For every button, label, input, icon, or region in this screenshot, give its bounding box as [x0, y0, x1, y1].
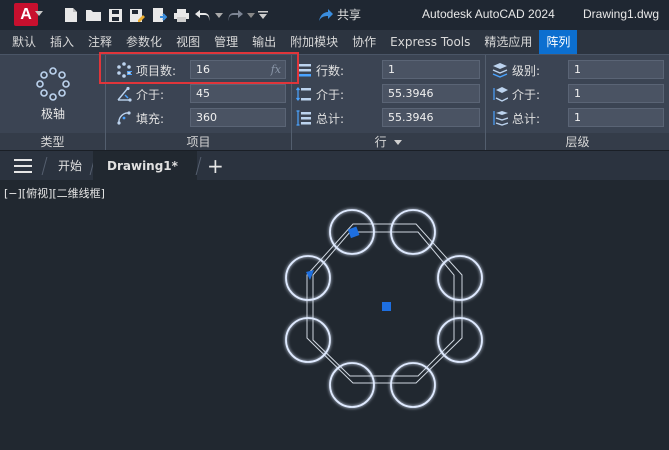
level-total-icon [492, 110, 508, 126]
items-between-row: 介于: [106, 83, 190, 105]
levels-between-value: 1 [574, 87, 581, 100]
items-fill-label: 填充: [136, 111, 165, 126]
items-between-label: 介于: [136, 87, 165, 102]
level-spacing-icon [492, 86, 508, 102]
rows-total-label: 总计: [316, 111, 345, 126]
array-item-circle[interactable] [285, 255, 331, 301]
center-grip[interactable] [382, 302, 391, 311]
rows-between-value: 55.3946 [388, 87, 434, 100]
levels-total-row: 总计: [486, 107, 566, 129]
share-button[interactable]: 共享 [318, 6, 361, 23]
tab-insert[interactable]: 插入 [43, 30, 81, 54]
levels-between-row: 介于: [486, 83, 566, 105]
document-tab-bar: 开始 Drawing1* × + [0, 150, 669, 203]
items-panel-title: 项目 [106, 133, 291, 151]
tab-featured-apps[interactable]: 精选应用 [477, 30, 539, 54]
rows-between-field[interactable]: 55.3946 [382, 84, 480, 103]
save-icon[interactable] [104, 5, 126, 25]
tab-output[interactable]: 输出 [245, 30, 283, 54]
levels-between-label: 介于: [512, 87, 541, 102]
rows-count-row: 行数: [292, 59, 370, 81]
tab-addins[interactable]: 附加模块 [283, 30, 345, 54]
levels-total-value: 1 [574, 111, 581, 124]
array-item-circle[interactable] [329, 362, 375, 408]
polar-array-drawing[interactable] [0, 180, 669, 450]
doc-tab-drawing1-label: Drawing1* [107, 159, 178, 173]
levels-count-value: 1 [574, 63, 581, 76]
rows-count-field[interactable]: 1 [382, 60, 480, 79]
levels-icon [492, 62, 508, 78]
ribbon-tab-bar: 默认 插入 注释 参数化 视图 管理 输出 附加模块 协作 Express To… [0, 30, 669, 54]
rows-total-field[interactable]: 55.3946 [382, 108, 480, 127]
undo-dropdown-icon[interactable] [214, 5, 224, 25]
fill-angle-icon [116, 110, 132, 126]
levels-panel-title: 层级 [486, 133, 669, 151]
type-panel: 极轴 类型 [0, 55, 106, 151]
application-menu-button[interactable]: A [14, 3, 43, 26]
annotation-highlight-box [99, 52, 299, 84]
doc-tab-drawing1[interactable]: Drawing1* × [93, 151, 197, 203]
tab-express-tools[interactable]: Express Tools [383, 30, 477, 54]
tab-array[interactable]: 阵列 [539, 30, 578, 54]
angle-between-icon [116, 86, 132, 102]
tab-default[interactable]: 默认 [0, 30, 43, 54]
levels-between-field[interactable]: 1 [568, 84, 664, 103]
levels-total-field[interactable]: 1 [568, 108, 664, 127]
share-label: 共享 [337, 8, 362, 22]
rows-count-label: 行数: [316, 63, 345, 78]
rows-between-label: 介于: [316, 87, 345, 102]
doc-tab-start[interactable]: 开始 [58, 151, 82, 181]
share-icon [319, 8, 333, 21]
items-between-field[interactable]: 45 [190, 84, 286, 103]
array-item-circle[interactable] [285, 317, 331, 363]
items-fill-value: 360 [196, 111, 217, 124]
polar-array-button[interactable]: 极轴 [28, 67, 78, 123]
menu-icon[interactable] [14, 159, 32, 173]
levels-count-field[interactable]: 1 [568, 60, 664, 79]
type-panel-title: 类型 [0, 133, 105, 151]
drawing-canvas[interactable]: [−][俯视][二维线框] [0, 180, 669, 450]
items-fill-field[interactable]: 360 [190, 108, 286, 127]
tab-separator [41, 157, 48, 175]
items-between-value: 45 [196, 87, 210, 100]
rows-panel: 行数: 1 介于: 55.3946 总计: 55.3946 行 [292, 55, 486, 151]
levels-count-row: 级别: [486, 59, 566, 81]
rows-panel-expand-icon [394, 140, 403, 145]
levels-panel: 级别: 1 介于: 1 总计: 1 层级 [486, 55, 669, 151]
array-item-circle[interactable] [437, 255, 483, 301]
undo-icon[interactable] [192, 5, 214, 25]
row-spacing-icon [296, 86, 312, 102]
publish-web-icon[interactable] [148, 5, 170, 25]
application-title: Autodesk AutoCAD 2024 [422, 7, 555, 21]
rows-total-value: 55.3946 [388, 111, 434, 124]
document-title: Drawing1.dwg [583, 7, 660, 21]
save-as-icon[interactable] [126, 5, 148, 25]
tab-view[interactable]: 视图 [169, 30, 207, 54]
new-file-icon[interactable] [60, 5, 82, 25]
redo-icon[interactable] [224, 5, 246, 25]
tab-parametric[interactable]: 参数化 [119, 30, 169, 54]
tab-manage[interactable]: 管理 [207, 30, 245, 54]
customize-qat-icon[interactable] [256, 5, 270, 25]
new-tab-icon[interactable]: + [207, 155, 224, 177]
tab-annotate[interactable]: 注释 [81, 30, 119, 54]
array-item-circle[interactable] [390, 362, 436, 408]
rows-panel-title[interactable]: 行 [292, 133, 485, 151]
tab-collaborate[interactable]: 协作 [345, 30, 383, 54]
redo-dropdown-icon[interactable] [246, 5, 256, 25]
rows-total-row: 总计: [292, 107, 370, 129]
levels-count-label: 级别: [512, 63, 541, 78]
items-fill-row: 填充: [106, 107, 190, 129]
rows-count-value: 1 [388, 63, 395, 76]
levels-total-label: 总计: [512, 111, 541, 126]
row-total-icon [296, 110, 312, 126]
title-bar: A 共享 Autodesk AutoCAD 2024 Drawing1.dwg [0, 0, 669, 30]
polar-array-label: 极轴 [40, 107, 65, 121]
rows-between-row: 介于: [292, 83, 370, 105]
open-folder-icon[interactable] [82, 5, 104, 25]
plot-print-icon[interactable] [170, 5, 192, 25]
polar-array-icon [36, 67, 70, 101]
quick-access-toolbar [60, 5, 270, 25]
